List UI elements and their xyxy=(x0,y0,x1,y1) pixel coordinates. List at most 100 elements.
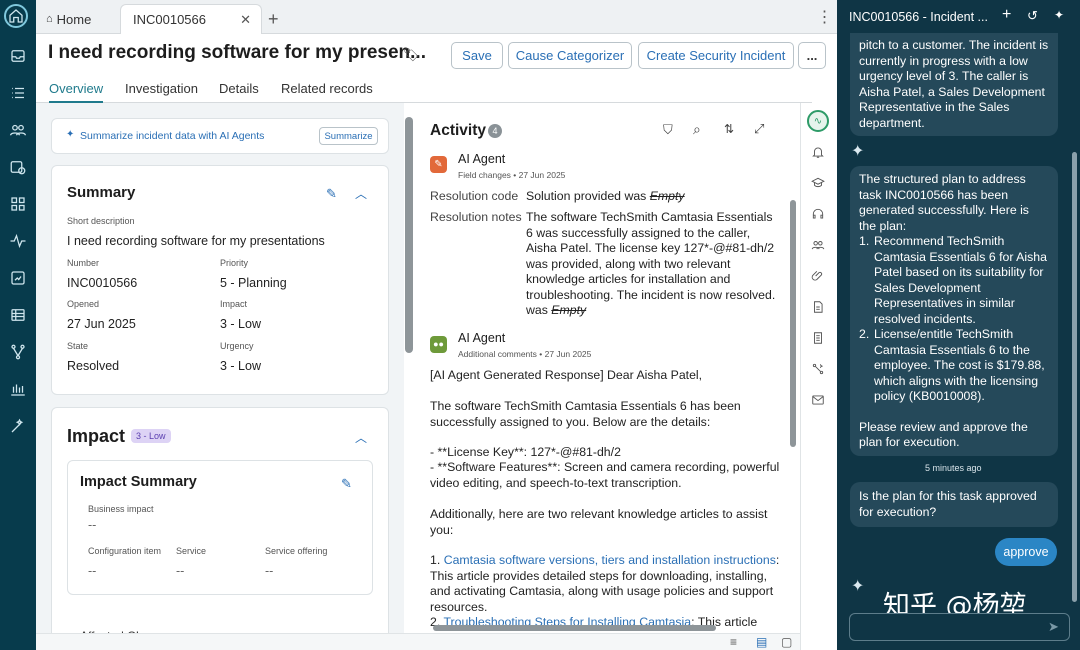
create-security-incident-button[interactable]: Create Security Incident xyxy=(638,42,794,69)
list-icon[interactable] xyxy=(6,81,30,105)
bar-chart-icon[interactable] xyxy=(6,377,30,401)
summary-card: Summary ✎ ︿ Short description I need rec… xyxy=(51,165,389,395)
group-icon[interactable] xyxy=(6,118,30,142)
document-icon[interactable] xyxy=(811,300,827,316)
urgency-value: 3 - Low xyxy=(220,359,261,373)
graduation-cap-icon[interactable] xyxy=(811,176,827,192)
tab-record[interactable]: INC0010566 ✕ xyxy=(120,4,262,34)
grid-icon[interactable] xyxy=(6,192,30,216)
sort-icon[interactable]: ⇅ xyxy=(724,122,734,136)
urgency-label: Urgency xyxy=(220,341,254,351)
chat-message-2: The structured plan to address task INC0… xyxy=(850,166,1058,456)
activity-heading: Activity xyxy=(430,122,486,139)
chat-scrollbar[interactable] xyxy=(1072,152,1077,602)
chat-timestamp: 5 minutes ago xyxy=(925,463,982,473)
headset-icon[interactable] xyxy=(811,207,827,223)
impact-edit-icon[interactable]: ✎ xyxy=(341,476,352,492)
expand-icon[interactable]: ⤢ xyxy=(754,121,764,137)
collapse-chevron-icon[interactable]: ︿ xyxy=(355,185,367,202)
more-vertical-icon[interactable]: ⋮ xyxy=(812,0,837,34)
calendar-clock-icon[interactable] xyxy=(6,155,30,179)
offering-label: Service offering xyxy=(265,546,328,556)
bell-icon[interactable] xyxy=(811,145,827,161)
tab-home[interactable]: ⌂ Home xyxy=(42,4,122,34)
tab-home-label: Home xyxy=(56,11,92,27)
full-view-icon[interactable]: ▢ xyxy=(781,635,792,649)
impact-badge: 3 - Low xyxy=(131,429,171,443)
short-desc-label: Short description xyxy=(67,216,135,226)
add-tab-icon[interactable]: + xyxy=(268,4,279,34)
impact-card: Impact 3 - Low ︿ Impact Summary ✎ Busine… xyxy=(51,407,389,650)
ai-agent-avatar: ✎ xyxy=(430,156,447,173)
priority-label: Priority xyxy=(220,258,249,268)
home-icon[interactable] xyxy=(4,4,28,28)
resolution-code-label: Resolution code xyxy=(430,189,519,203)
resolution-code-text: Solution provided was xyxy=(526,189,647,203)
close-tab-icon[interactable]: ✕ xyxy=(240,12,251,28)
plan-item-2: 2. License/entitle TechSmith Camtasia Ess… xyxy=(859,327,1049,405)
mail-icon[interactable] xyxy=(811,393,827,409)
entry2-author: AI Agent xyxy=(458,331,506,345)
context-rail: ∿ xyxy=(800,103,837,650)
state-label: State xyxy=(67,341,89,351)
resolution-notes-value: The software TechSmith Camtasia Essentia… xyxy=(526,210,778,319)
new-chat-icon[interactable]: + xyxy=(1002,6,1011,24)
subtab-overview[interactable]: Overview xyxy=(49,81,104,103)
search-icon[interactable]: ⌕ xyxy=(693,121,701,138)
chat-input[interactable] xyxy=(849,613,1070,641)
paperclip-icon[interactable] xyxy=(811,269,827,285)
pin-icon[interactable]: ✦ xyxy=(1054,8,1064,22)
impact-value: 3 - Low xyxy=(220,317,261,331)
subtab-related-records[interactable]: Related records xyxy=(281,81,373,96)
left-nav xyxy=(0,0,36,650)
entry1-author: AI Agent xyxy=(458,152,506,166)
activity-rail-icon[interactable]: ∿ xyxy=(807,110,829,132)
send-icon[interactable]: ➤ xyxy=(1048,619,1059,635)
left-pane-scrollbar[interactable] xyxy=(405,117,413,353)
ai-agent-avatar-2: ●● xyxy=(430,336,447,353)
number-value: INC0010566 xyxy=(67,276,138,290)
summarize-button[interactable]: Summarize xyxy=(319,127,378,145)
priority-value: 5 - Planning xyxy=(220,276,287,290)
document-lines-icon[interactable] xyxy=(811,331,827,347)
subtab-details[interactable]: Details xyxy=(219,81,259,96)
sparkle-flow-icon[interactable] xyxy=(811,362,827,378)
split-view-icon[interactable]: ▤ xyxy=(756,635,767,649)
magic-wand-icon[interactable] xyxy=(6,414,30,438)
impact-summary-heading: Impact Summary xyxy=(80,474,197,490)
inbox-icon[interactable] xyxy=(6,44,30,68)
ai-chat-panel: INC0010566 - Incident ... + ↺ ✦ pitch to… xyxy=(837,0,1080,650)
resolution-notes-label: Resolution notes xyxy=(430,210,522,224)
cause-categorizer-button[interactable]: Cause Categorizer xyxy=(508,42,632,69)
kb-link-1[interactable]: Camtasia software versions, tiers and in… xyxy=(444,553,776,567)
impact-label: Impact xyxy=(220,299,248,309)
short-desc-value: I need recording software for my present… xyxy=(67,234,325,248)
comment-license-line: - **License Key**: 127*-@#81-dh/2 xyxy=(430,445,621,459)
history-icon[interactable]: ↺ xyxy=(1027,8,1038,24)
opened-label: Opened xyxy=(67,299,100,309)
filter-icon[interactable]: ⛉ xyxy=(663,122,673,138)
branch-icon[interactable] xyxy=(6,340,30,364)
more-actions-button[interactable]: ... xyxy=(798,42,826,69)
table-icon[interactable] xyxy=(6,303,30,327)
record-subtabs: Overview Investigation Details Related r… xyxy=(36,76,812,103)
impact-collapse-icon[interactable]: ︿ xyxy=(355,429,367,446)
comment-features-line: - **Software Features**: Screen and came… xyxy=(430,460,780,490)
ai-sparkle-icon-2: ✦ xyxy=(851,578,865,595)
activity-scrollbar[interactable] xyxy=(790,200,796,447)
sparkle-icon: ✦ xyxy=(66,129,75,140)
impact-summary-card: Impact Summary ✎ Business impact -- Conf… xyxy=(67,460,373,595)
list-view-icon[interactable]: ≡ xyxy=(730,635,737,649)
chart-doc-icon[interactable] xyxy=(6,266,30,290)
service-label: Service xyxy=(176,546,207,556)
edit-pencil-icon[interactable]: ✎ xyxy=(326,186,337,202)
kb-item-1-num: 1. xyxy=(430,553,441,567)
tag-icon[interactable]: 🏷 xyxy=(403,47,420,63)
activity-pulse-icon[interactable] xyxy=(6,229,30,253)
subtab-investigation[interactable]: Investigation xyxy=(125,81,198,96)
entry2-meta: Additional comments • 27 Jun 2025 xyxy=(458,349,592,359)
save-button[interactable]: Save xyxy=(451,42,503,69)
chat-message-1: pitch to a customer. The incident is cur… xyxy=(850,33,1058,136)
activity-h-scrollbar[interactable] xyxy=(433,625,716,631)
people-icon[interactable] xyxy=(811,238,827,254)
